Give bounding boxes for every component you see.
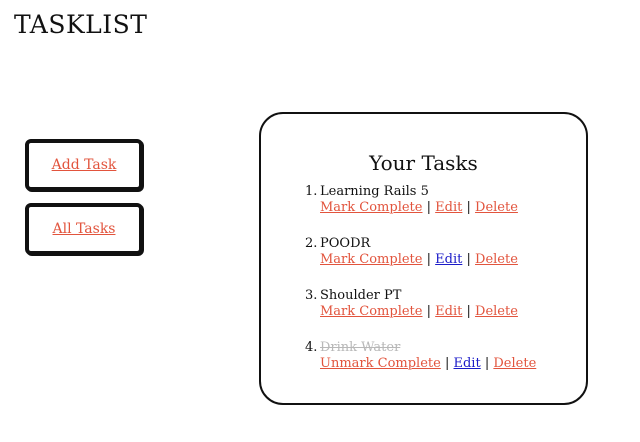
edit-link[interactable]: Edit — [435, 200, 462, 215]
delete-link[interactable]: Delete — [475, 200, 518, 215]
task-number: 4. — [305, 340, 318, 355]
delete-link[interactable]: Delete — [475, 304, 518, 319]
mark-complete-link[interactable]: Mark Complete — [320, 252, 422, 267]
all-tasks-button[interactable]: All Tasks — [25, 203, 143, 255]
mark-complete-link[interactable]: Mark Complete — [320, 200, 422, 215]
separator: | — [426, 252, 432, 267]
separator: | — [466, 252, 471, 267]
task-number: 3. — [305, 288, 318, 303]
delete-link[interactable]: Delete — [475, 252, 518, 267]
edit-link[interactable]: Edit — [435, 252, 462, 267]
task-name: Shoulder PT — [320, 288, 402, 303]
app-title: TASKLIST — [14, 10, 148, 39]
task-actions: Mark Complete | Edit | Delete — [320, 200, 518, 216]
task-actions: Mark Complete | Edit | Delete — [320, 304, 518, 320]
separator: | — [466, 304, 471, 319]
separator: | — [426, 200, 432, 215]
edit-link[interactable]: Edit — [454, 356, 481, 371]
separator: | — [426, 304, 432, 319]
task-actions: Mark Complete | Edit | Delete — [320, 252, 518, 268]
task-name-completed: Drink Water — [320, 340, 401, 355]
edit-link[interactable]: Edit — [435, 304, 462, 319]
tasks-panel: Your Tasks 1. Learning Rails 5 Mark Comp… — [259, 112, 588, 405]
unmark-complete-link[interactable]: Unmark Complete — [320, 356, 441, 371]
separator: | — [484, 356, 490, 371]
panel-title: Your Tasks — [369, 151, 478, 175]
task-name: Learning Rails 5 — [320, 184, 429, 199]
mark-complete-link[interactable]: Mark Complete — [320, 304, 422, 319]
task-name: POODR — [320, 236, 371, 251]
all-tasks-link[interactable]: All Tasks — [53, 221, 116, 237]
task-actions: Unmark Complete | Edit | Delete — [320, 356, 536, 372]
task-number: 2. — [305, 236, 318, 251]
separator: | — [444, 356, 450, 371]
delete-link[interactable]: Delete — [493, 356, 536, 371]
task-number: 1. — [305, 184, 318, 199]
separator: | — [466, 200, 471, 215]
add-task-button[interactable]: Add Task — [25, 139, 143, 191]
add-task-link[interactable]: Add Task — [52, 157, 117, 173]
